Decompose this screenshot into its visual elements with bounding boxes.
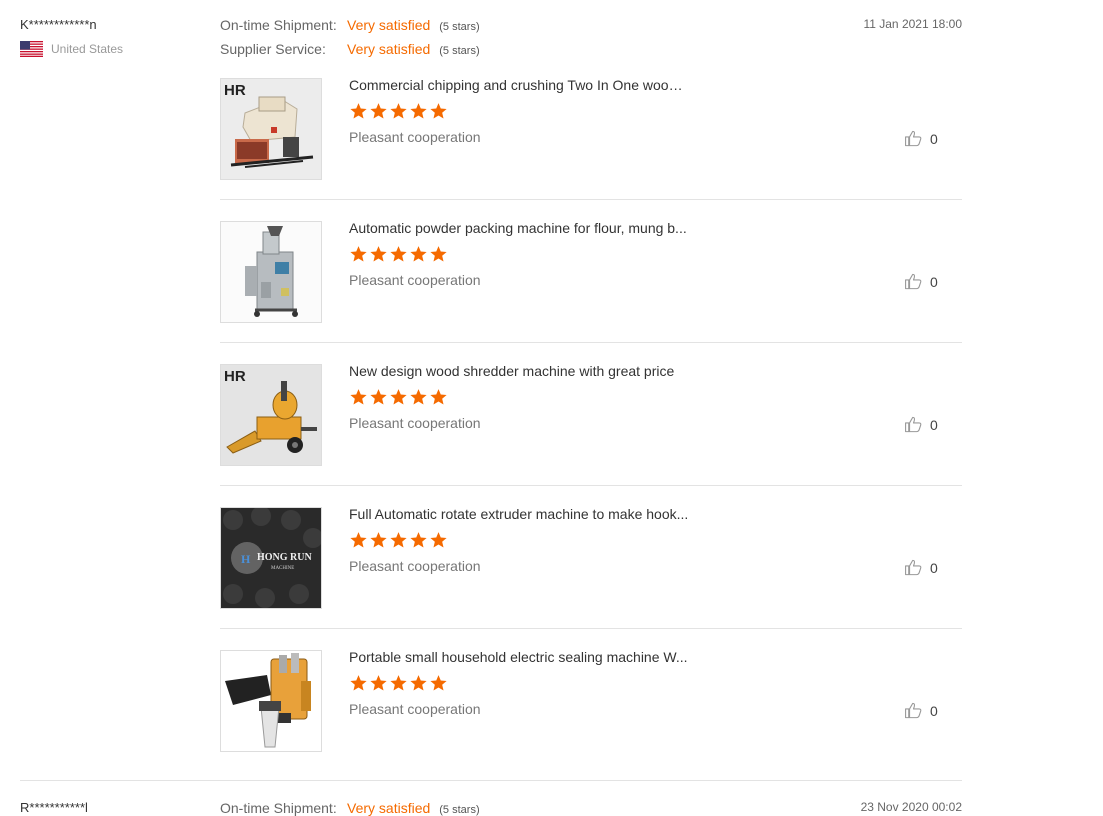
star-icon bbox=[370, 103, 387, 119]
star-icon bbox=[410, 389, 427, 405]
reviewer-name: K************n bbox=[20, 17, 97, 32]
review-comment: Pleasant cooperation bbox=[349, 272, 481, 288]
product-thumbnail[interactable]: HR bbox=[220, 364, 322, 466]
thumbs-up-icon bbox=[904, 701, 923, 720]
product-thumbnail[interactable]: HR bbox=[220, 78, 322, 180]
star-icon bbox=[370, 389, 387, 405]
star-rating bbox=[349, 531, 448, 549]
star-icon bbox=[410, 532, 427, 548]
rating-value: Very satisfied bbox=[347, 800, 431, 816]
brand-logo-text: HR bbox=[224, 368, 246, 385]
star-icon bbox=[430, 103, 447, 119]
product-title-link[interactable]: Full Automatic rotate extruder machine t… bbox=[349, 506, 689, 522]
review-divider bbox=[20, 780, 962, 781]
rating-stars-text: (5 stars) bbox=[439, 45, 480, 57]
product-list: HR Commercial chipping and crushing Two … bbox=[220, 77, 962, 793]
thumbs-up-icon bbox=[904, 129, 923, 148]
star-icon bbox=[390, 246, 407, 262]
star-icon bbox=[430, 532, 447, 548]
like-count: 0 bbox=[930, 559, 938, 576]
star-icon bbox=[350, 532, 367, 548]
product-title-link[interactable]: Automatic powder packing machine for flo… bbox=[349, 220, 689, 236]
star-rating bbox=[349, 674, 448, 692]
brand-logo-text: HR bbox=[224, 82, 246, 99]
star-icon bbox=[370, 675, 387, 691]
rating-shipment: On-time Shipment: Very satisfied (5 star… bbox=[220, 17, 480, 33]
rating-label: On-time Shipment: bbox=[220, 800, 337, 816]
star-icon bbox=[390, 389, 407, 405]
brand-logo-subtext: MACHINE bbox=[271, 566, 294, 571]
review-date: 11 Jan 2021 18:00 bbox=[863, 17, 962, 31]
like-button[interactable]: 0 bbox=[904, 129, 938, 148]
star-icon bbox=[390, 103, 407, 119]
brand-logo-text: HONG RUN bbox=[257, 552, 313, 563]
star-icon bbox=[410, 246, 427, 262]
svg-text:H: H bbox=[241, 552, 251, 566]
star-icon bbox=[350, 675, 367, 691]
us-flag-icon bbox=[20, 41, 43, 57]
thumbs-up-icon bbox=[904, 558, 923, 577]
like-button[interactable]: 0 bbox=[904, 272, 938, 291]
product-title-link[interactable]: New design wood shredder machine with gr… bbox=[349, 363, 689, 379]
thumbs-up-icon bbox=[904, 272, 923, 291]
like-count: 0 bbox=[930, 130, 938, 147]
product-item: Portable small household electric sealin… bbox=[220, 628, 962, 793]
star-icon bbox=[390, 532, 407, 548]
star-icon bbox=[350, 103, 367, 119]
star-icon bbox=[410, 103, 427, 119]
rating-stars-text: (5 stars) bbox=[439, 21, 480, 33]
like-button[interactable]: 0 bbox=[904, 558, 938, 577]
wood-shredder-image: HR bbox=[221, 365, 321, 465]
star-icon bbox=[430, 675, 447, 691]
like-count: 0 bbox=[930, 416, 938, 433]
like-button[interactable]: 0 bbox=[904, 701, 938, 720]
star-icon bbox=[430, 246, 447, 262]
rating-label: Supplier Service: bbox=[220, 41, 326, 57]
rating-value: Very satisfied bbox=[347, 17, 431, 33]
rating-shipment: On-time Shipment: Very satisfied (5 star… bbox=[220, 800, 480, 816]
star-rating bbox=[349, 245, 448, 263]
star-icon bbox=[370, 532, 387, 548]
star-icon bbox=[350, 389, 367, 405]
like-count: 0 bbox=[930, 273, 938, 290]
star-icon bbox=[370, 246, 387, 262]
review-comment: Pleasant cooperation bbox=[349, 129, 481, 145]
star-icon bbox=[410, 675, 427, 691]
rating-value: Very satisfied bbox=[347, 41, 431, 57]
sealing-machine-image bbox=[221, 651, 321, 751]
review-comment: Pleasant cooperation bbox=[349, 701, 481, 717]
like-count: 0 bbox=[930, 702, 938, 719]
rating-stars-text: (5 stars) bbox=[439, 804, 480, 816]
review-comment: Pleasant cooperation bbox=[349, 415, 481, 431]
like-button[interactable]: 0 bbox=[904, 415, 938, 434]
country-label: United States bbox=[51, 42, 124, 56]
product-thumbnail[interactable]: H HONG RUN MACHINE bbox=[220, 507, 322, 609]
star-rating bbox=[349, 102, 448, 120]
product-thumbnail[interactable] bbox=[220, 650, 322, 752]
hong-run-logo-image: H HONG RUN MACHINE bbox=[221, 508, 321, 608]
product-title-link[interactable]: Portable small household electric sealin… bbox=[349, 649, 689, 665]
wood-chipper-image: HR bbox=[221, 79, 321, 179]
rating-service: Supplier Service: Very satisfied (5 star… bbox=[220, 41, 480, 57]
reviewer-name: R***********l bbox=[20, 800, 88, 815]
star-rating bbox=[349, 388, 448, 406]
product-title-link[interactable]: Commercial chipping and crushing Two In … bbox=[349, 77, 689, 93]
packing-machine-image bbox=[221, 222, 321, 322]
star-icon bbox=[430, 389, 447, 405]
product-thumbnail[interactable] bbox=[220, 221, 322, 323]
reviewer-country: United States bbox=[20, 41, 123, 57]
rating-label: On-time Shipment: bbox=[220, 17, 337, 33]
review-date: 23 Nov 2020 00:02 bbox=[860, 800, 962, 814]
thumbs-up-icon bbox=[904, 415, 923, 434]
star-icon bbox=[390, 675, 407, 691]
star-icon bbox=[350, 246, 367, 262]
review-comment: Pleasant cooperation bbox=[349, 558, 481, 574]
